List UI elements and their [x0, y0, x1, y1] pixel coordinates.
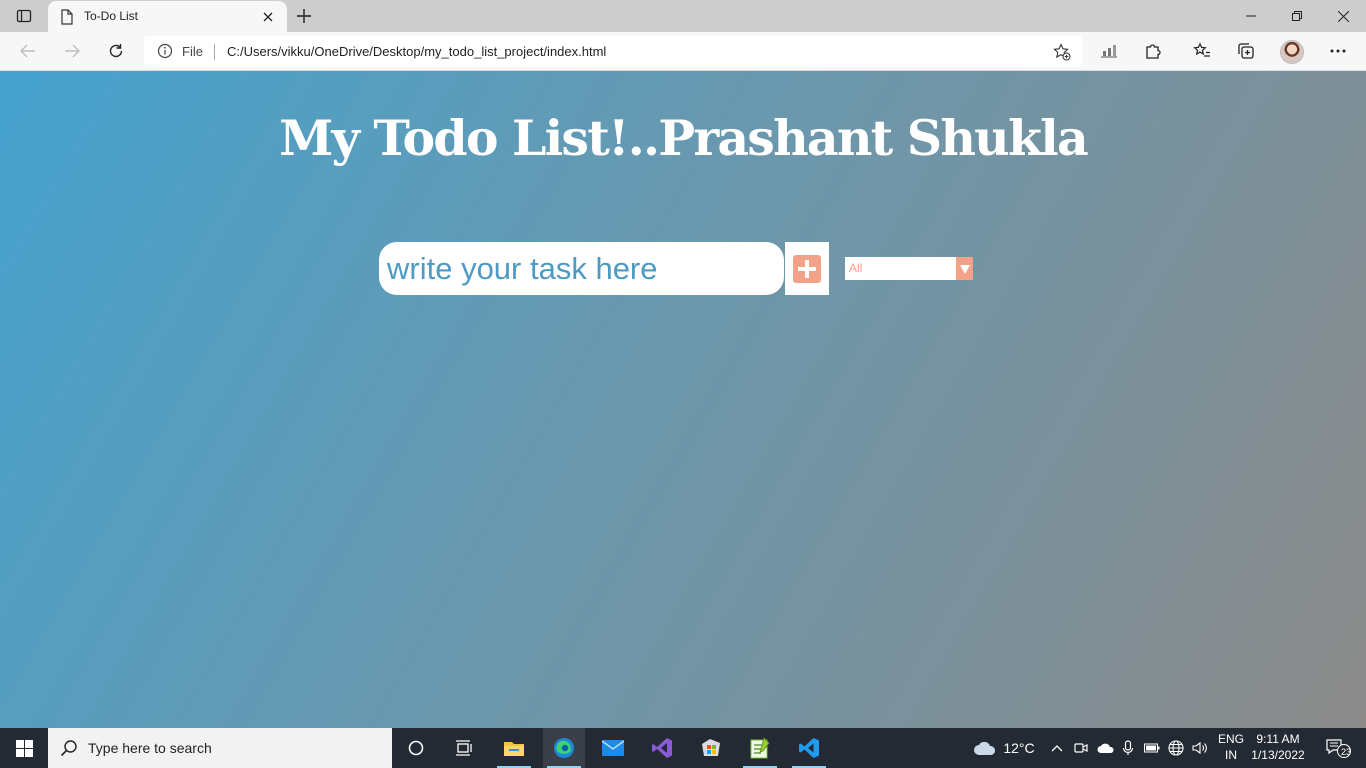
- performance-icon: [1101, 45, 1117, 58]
- notepad-plus-app[interactable]: [739, 728, 781, 768]
- collections-button[interactable]: [1232, 38, 1260, 64]
- volume-button[interactable]: [1189, 728, 1211, 768]
- task-input[interactable]: [379, 242, 784, 295]
- microphone-button[interactable]: [1119, 728, 1137, 768]
- weather-widget[interactable]: [970, 728, 1000, 768]
- close-icon: [1337, 10, 1349, 22]
- minimize-button[interactable]: [1228, 0, 1274, 32]
- plus-icon: [297, 9, 311, 23]
- edge-browser-app[interactable]: [543, 728, 585, 768]
- edge-icon: [554, 738, 574, 758]
- more-dots-icon: [1330, 49, 1346, 53]
- extensions-button[interactable]: [1139, 38, 1167, 64]
- store-app[interactable]: [690, 728, 732, 768]
- performance-button[interactable]: [1095, 38, 1123, 64]
- notification-count: 23: [1340, 747, 1351, 757]
- onedrive-cloud-icon: [1097, 743, 1114, 753]
- weather-temperature: 12°C: [1003, 740, 1035, 756]
- mail-icon: [602, 740, 624, 756]
- search-icon: [60, 740, 77, 757]
- task-view-button[interactable]: [443, 728, 485, 768]
- visual-studio-app[interactable]: [641, 728, 683, 768]
- refresh-button[interactable]: [102, 38, 130, 64]
- chevron-up-icon: [1051, 745, 1063, 752]
- settings-more-button[interactable]: [1324, 38, 1352, 64]
- restore-button[interactable]: [1274, 0, 1320, 32]
- arrow-right-icon: [65, 44, 80, 58]
- plus-square-icon: [793, 254, 821, 283]
- region-code: IN: [1225, 748, 1237, 762]
- windows-taskbar: Type here to search 12°C ENG IN 9:11 AM …: [0, 728, 1366, 768]
- meet-now-button[interactable]: [1071, 728, 1091, 768]
- store-bag-icon: [702, 739, 720, 756]
- clock-time: 9:11 AM: [1256, 732, 1300, 746]
- filter-select[interactable]: All: [845, 257, 973, 280]
- folder-icon: [504, 742, 524, 756]
- microphone-icon: [1122, 740, 1134, 755]
- show-hidden-icons-button[interactable]: [1047, 728, 1067, 768]
- camera-icon: [1074, 743, 1088, 753]
- network-button[interactable]: [1166, 728, 1186, 768]
- notifications-button[interactable]: 23: [1320, 728, 1356, 768]
- add-task-button[interactable]: [785, 242, 829, 295]
- vscode-icon: [799, 738, 819, 758]
- close-window-button[interactable]: [1320, 0, 1366, 32]
- address-bar[interactable]: File C:/Users/vikku/OneDrive/Desktop/my_…: [144, 36, 1082, 67]
- arrow-left-icon: [20, 44, 35, 58]
- battery-button[interactable]: [1142, 728, 1162, 768]
- page-title: My Todo List!..Prashant Shukla: [279, 109, 1089, 167]
- tab-actions-button[interactable]: [8, 0, 40, 32]
- task-view-icon: [456, 740, 472, 756]
- minimize-icon: [1246, 15, 1256, 17]
- puzzle-icon: [1146, 44, 1161, 59]
- clock-date: 1/13/2022: [1251, 748, 1305, 762]
- todo-page: My Todo List!..Prashant Shukla All: [0, 71, 1366, 728]
- favorites-button[interactable]: [1188, 38, 1216, 64]
- tab-close-icon[interactable]: [260, 9, 276, 25]
- mail-app[interactable]: [592, 728, 634, 768]
- tab-actions-icon: [16, 9, 32, 23]
- globe-icon: [1168, 740, 1184, 756]
- vscode-app[interactable]: [788, 728, 830, 768]
- address-url[interactable]: C:/Users/vikku/OneDrive/Desktop/my_todo_…: [227, 44, 606, 59]
- taskbar-search-box[interactable]: Type here to search: [48, 728, 392, 768]
- refresh-icon: [109, 44, 123, 58]
- browser-tab-strip: To-Do List: [0, 0, 1366, 32]
- restore-icon: [1292, 11, 1302, 21]
- back-button[interactable]: [14, 38, 42, 64]
- browser-tab-active[interactable]: To-Do List: [48, 1, 287, 32]
- language-code: ENG: [1217, 732, 1244, 746]
- star-add-icon: [1053, 43, 1071, 61]
- start-button[interactable]: [0, 728, 48, 768]
- cloud-icon: [974, 741, 996, 755]
- taskbar-clock[interactable]: 9:11 AM 1/13/2022: [1250, 731, 1306, 763]
- new-tab-button[interactable]: [293, 5, 315, 27]
- taskbar-search-placeholder: Type here to search: [88, 740, 212, 756]
- windows-logo-icon: [15, 739, 33, 757]
- add-favorite-button[interactable]: [1050, 40, 1074, 64]
- document-icon: [61, 9, 73, 25]
- tab-title: To-Do List: [84, 9, 139, 23]
- profile-avatar[interactable]: [1280, 40, 1304, 64]
- notepad-icon: [750, 737, 770, 759]
- cortana-button[interactable]: [395, 728, 437, 768]
- dropdown-arrow-icon[interactable]: [956, 257, 973, 280]
- filter-selected-value: All: [849, 261, 863, 275]
- favorites-list-icon: [1193, 42, 1210, 57]
- info-icon[interactable]: [157, 43, 173, 59]
- onedrive-button[interactable]: [1095, 728, 1117, 768]
- battery-icon: [1144, 743, 1160, 753]
- browser-toolbar: File C:/Users/vikku/OneDrive/Desktop/my_…: [0, 32, 1366, 71]
- cortana-circle-icon: [408, 740, 424, 756]
- collections-icon: [1238, 43, 1254, 59]
- visual-studio-icon: [652, 738, 672, 758]
- address-scheme-label: File: [182, 44, 203, 59]
- language-indicator[interactable]: ENG IN: [1216, 731, 1246, 763]
- forward-button[interactable]: [58, 38, 86, 64]
- speaker-icon: [1192, 741, 1207, 755]
- address-divider: [214, 44, 215, 60]
- file-explorer-app[interactable]: [493, 728, 535, 768]
